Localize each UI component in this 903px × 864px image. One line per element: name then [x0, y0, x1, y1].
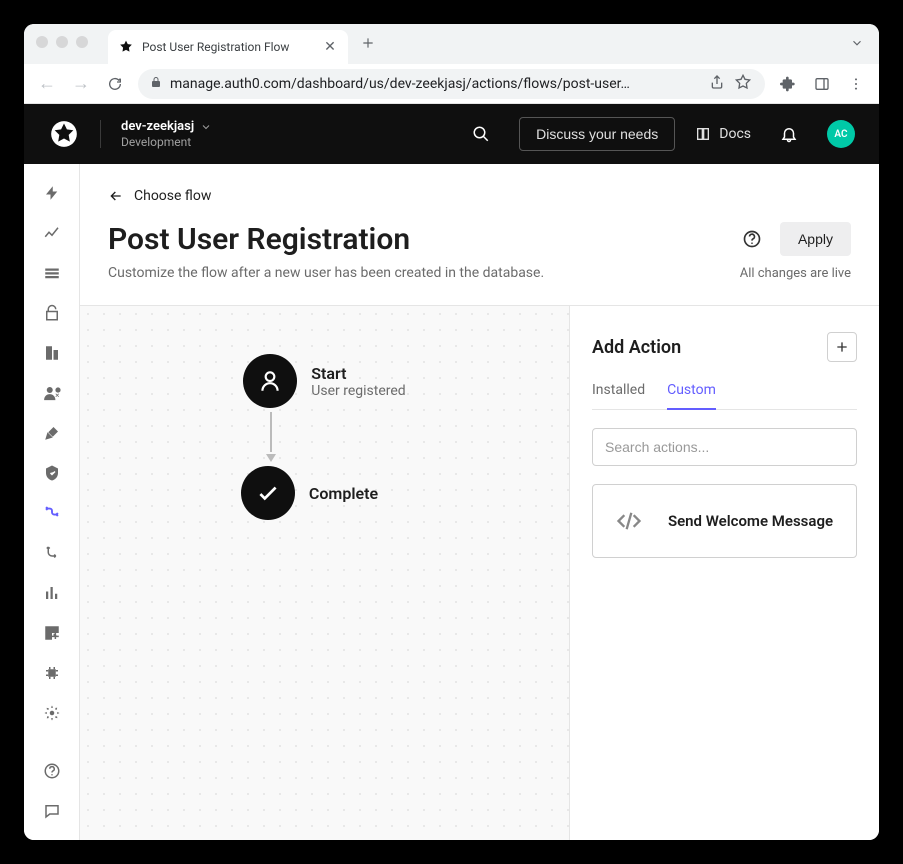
code-icon — [611, 503, 647, 539]
notifications-button[interactable] — [771, 116, 807, 152]
sidebar-settings[interactable] — [40, 702, 64, 724]
apply-button[interactable]: Apply — [780, 222, 851, 256]
action-name: Send Welcome Message — [663, 512, 838, 530]
sidebar-auth-pipeline[interactable] — [40, 542, 64, 564]
sidebar-authentication[interactable] — [40, 302, 64, 324]
lock-icon — [150, 76, 162, 91]
traffic-zoom[interactable] — [76, 36, 88, 48]
sidebar-users[interactable] — [40, 382, 64, 404]
avatar[interactable]: AC — [827, 120, 855, 148]
back-button[interactable]: ← — [32, 69, 62, 99]
forward-button[interactable]: → — [66, 69, 96, 99]
traffic-close[interactable] — [36, 36, 48, 48]
panel-title: Add Action — [592, 337, 681, 358]
page-subtitle: Customize the flow after a new user has … — [108, 265, 544, 281]
extensions-icon[interactable] — [773, 69, 803, 99]
panel-icon[interactable] — [807, 69, 837, 99]
star-icon[interactable] — [735, 74, 753, 94]
flow-connector — [270, 412, 272, 462]
bell-icon — [780, 125, 798, 143]
share-icon[interactable] — [709, 74, 727, 94]
user-icon — [243, 354, 297, 408]
plus-icon — [834, 339, 850, 355]
tenant-env: Development — [121, 135, 212, 149]
url-text: manage.auth0.com/dashboard/us/dev-zeekja… — [170, 76, 701, 92]
arrow-left-icon — [108, 188, 124, 204]
flow-canvas[interactable]: Start User registered Complete — [80, 306, 569, 840]
sidebar-help[interactable] — [40, 760, 64, 782]
flow-start-node[interactable]: Start User registered — [243, 354, 405, 408]
help-button[interactable] — [738, 225, 766, 253]
actions-panel: Add Action Installed Custom Send Welcome… — [569, 306, 879, 840]
browser-tab[interactable]: Post User Registration Flow ✕ — [108, 30, 348, 64]
node-start-title: Start — [311, 364, 405, 383]
tenant-name: dev-zeekjasj — [121, 119, 194, 134]
auth0-logo-icon[interactable] — [48, 118, 80, 150]
search-button[interactable] — [463, 116, 499, 152]
url-input[interactable]: manage.auth0.com/dashboard/us/dev-zeekja… — [138, 69, 765, 99]
new-tab-button[interactable] — [354, 29, 382, 57]
help-icon — [742, 229, 762, 249]
sidebar-security[interactable] — [40, 462, 64, 484]
sidebar-applications[interactable] — [40, 262, 64, 284]
browser-address-bar: ← → manage.auth0.com/dashboard/us/dev-ze… — [24, 64, 879, 104]
page-header: Choose flow Post User Registration Custo… — [80, 164, 879, 305]
app-header: dev-zeekjasj Development Discuss your ne… — [24, 104, 879, 164]
breadcrumb-back[interactable]: Choose flow — [108, 188, 851, 204]
tab-custom[interactable]: Custom — [667, 382, 716, 410]
sidebar-activity[interactable] — [40, 222, 64, 244]
breadcrumb-label: Choose flow — [134, 188, 211, 204]
chevron-down-icon — [200, 121, 212, 133]
close-icon[interactable]: ✕ — [322, 39, 338, 55]
window-controls — [36, 36, 88, 48]
docs-label: Docs — [719, 126, 751, 142]
node-start-subtitle: User registered — [311, 383, 405, 399]
sidebar-feedback[interactable] — [40, 800, 64, 822]
sidebar-marketplace[interactable] — [40, 622, 64, 644]
discuss-needs-button[interactable]: Discuss your needs — [519, 117, 675, 151]
chevron-down-icon[interactable] — [843, 29, 871, 57]
sidebar-branding[interactable] — [40, 422, 64, 444]
tab-installed[interactable]: Installed — [592, 382, 645, 409]
sidebar-getting-started[interactable] — [40, 182, 64, 204]
action-item[interactable]: Send Welcome Message — [592, 484, 857, 558]
reload-button[interactable] — [100, 69, 130, 99]
add-action-button[interactable] — [827, 332, 857, 362]
page-title: Post User Registration — [108, 222, 544, 257]
changes-status: All changes are live — [740, 266, 851, 281]
sidebar-actions[interactable] — [40, 502, 64, 524]
menu-icon[interactable] — [841, 69, 871, 99]
flow-complete-node[interactable]: Complete — [241, 466, 378, 520]
tab-title: Post User Registration Flow — [142, 40, 314, 54]
docs-link[interactable]: Docs — [695, 126, 751, 142]
browser-tab-strip: Post User Registration Flow ✕ — [24, 24, 879, 64]
auth0-favicon-icon — [118, 39, 134, 55]
sidebar-extensions[interactable] — [40, 662, 64, 684]
search-actions-input[interactable] — [592, 428, 857, 466]
node-complete-title: Complete — [309, 484, 378, 503]
tenant-selector[interactable]: dev-zeekjasj Development — [121, 119, 212, 149]
search-icon — [472, 125, 490, 143]
sidebar-monitoring[interactable] — [40, 582, 64, 604]
check-icon — [241, 466, 295, 520]
book-icon — [695, 126, 711, 142]
sidebar-organizations[interactable] — [40, 342, 64, 364]
traffic-minimize[interactable] — [56, 36, 68, 48]
sidebar — [24, 164, 80, 840]
